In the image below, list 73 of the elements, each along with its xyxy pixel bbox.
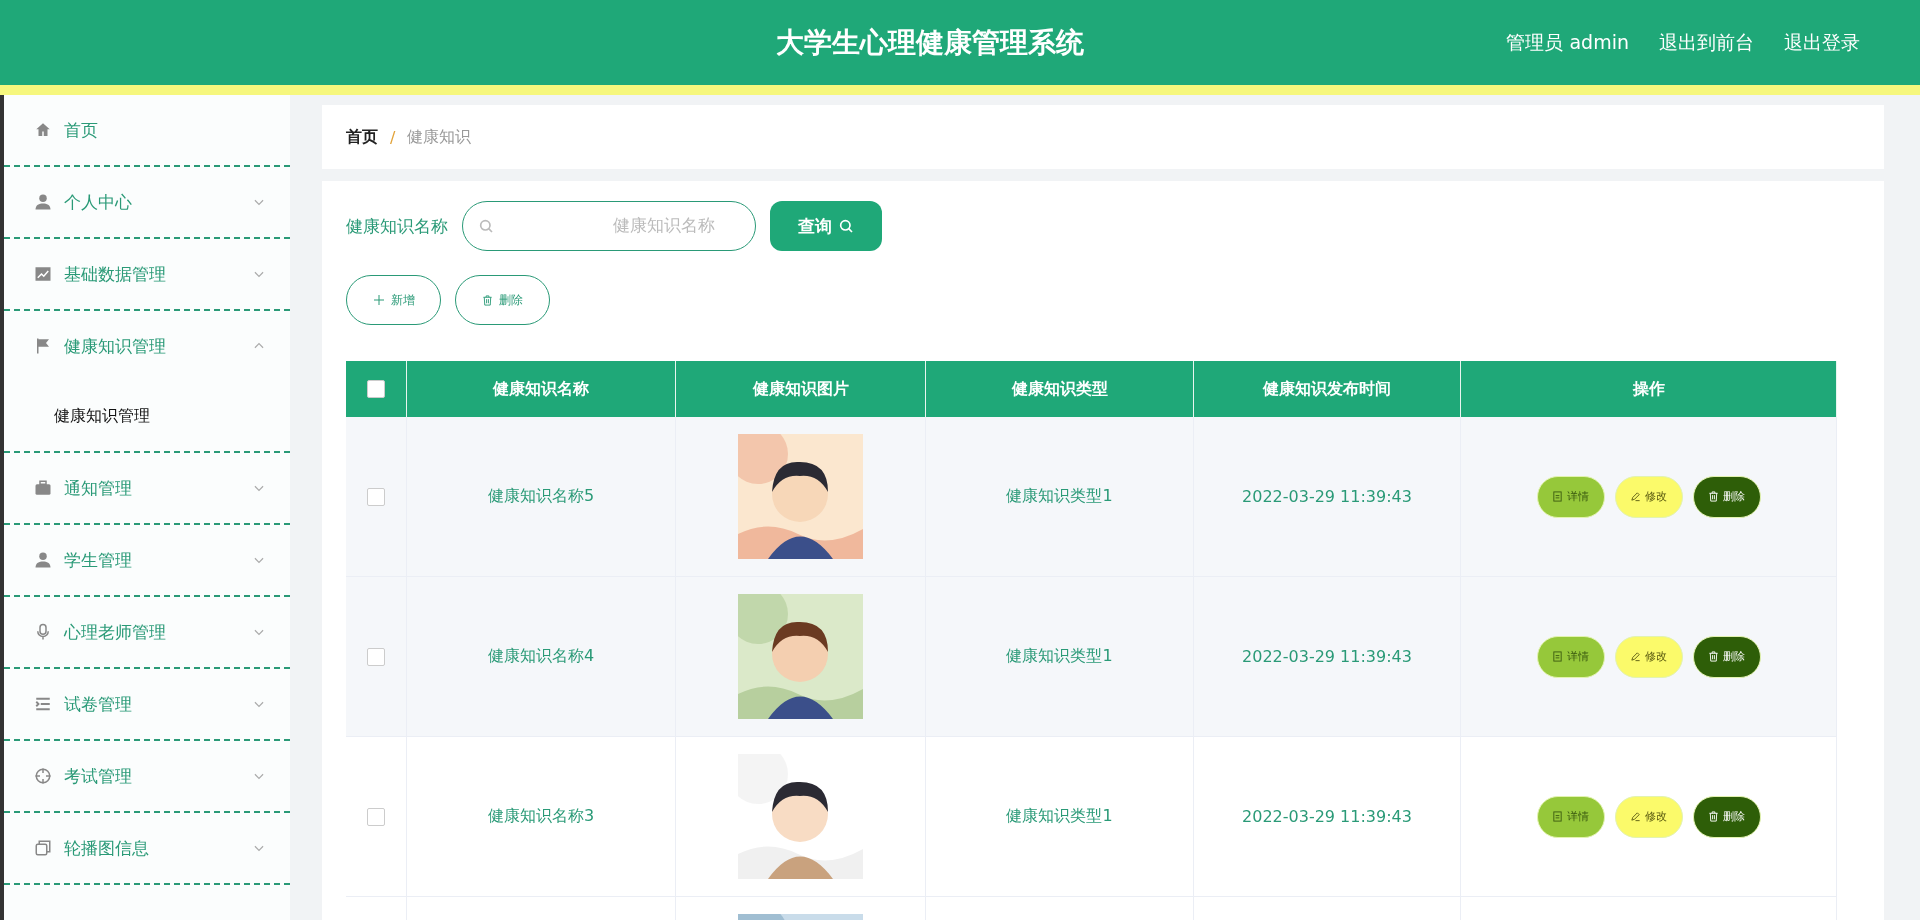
home-icon <box>34 121 52 139</box>
chart-icon <box>34 265 52 283</box>
sidebar-item[interactable]: 健康知识管理 <box>4 311 290 381</box>
flag-icon <box>34 337 52 355</box>
sidebar-item[interactable]: 基础数据管理 <box>4 239 290 311</box>
header-link[interactable]: 退出登录 <box>1784 29 1860 56</box>
detail-button[interactable]: 详情 <box>1536 475 1605 518</box>
sidebar-item[interactable]: 通知管理 <box>4 453 290 525</box>
microphone-icon <box>34 623 52 641</box>
sidebar-item[interactable]: 考试管理 <box>4 741 290 813</box>
breadcrumb-link[interactable]: 首页 <box>346 126 378 148</box>
plus-icon <box>372 294 385 306</box>
pencil-icon <box>1630 491 1641 502</box>
column-header: 健康知识图片 <box>676 361 926 417</box>
pencil-icon <box>1630 811 1641 822</box>
checkbox[interactable] <box>367 487 385 506</box>
crosshair-icon <box>34 767 52 785</box>
checkbox[interactable] <box>367 807 385 826</box>
app-title: 大学生心理健康管理系统 <box>776 24 1084 61</box>
breadcrumb-link[interactable]: 健康知识 <box>407 126 472 148</box>
delete-button[interactable]: 删除 <box>455 275 550 325</box>
table-cell: 健康知识名称3 <box>487 806 595 827</box>
pencil-icon <box>1630 651 1641 662</box>
search-icon <box>478 218 494 234</box>
header-link[interactable]: 管理员 admin <box>1506 29 1629 56</box>
sidebar-item[interactable]: 首页 <box>4 95 290 167</box>
trash-icon <box>1708 811 1719 822</box>
sidebar-item[interactable]: 个人中心 <box>4 167 290 239</box>
table-cell: 2022-03-29 11:39:43 <box>1242 807 1412 826</box>
trash-icon <box>1708 491 1719 502</box>
checkbox[interactable] <box>367 380 385 398</box>
sidebar-item[interactable]: 试卷管理 <box>4 669 290 741</box>
list-icon <box>34 695 52 713</box>
search-field[interactable]: 健康知识名称 <box>462 201 756 251</box>
search-label: 健康知识名称 <box>346 214 448 238</box>
trash-icon <box>482 294 493 306</box>
column-header: 健康知识名称 <box>407 361 676 417</box>
delete-button[interactable]: 删除 <box>1692 475 1761 518</box>
header-link[interactable]: 退出到前台 <box>1659 29 1754 56</box>
column-header: 健康知识发布时间 <box>1194 361 1461 417</box>
document-icon <box>1552 491 1563 502</box>
user-icon <box>34 193 52 211</box>
sidebar-item[interactable]: 学生管理 <box>4 525 290 597</box>
submenu-item[interactable]: 健康知识管理 <box>4 381 290 451</box>
table-cell: 健康知识类型1 <box>1006 806 1113 827</box>
detail-button[interactable]: 详情 <box>1536 635 1605 678</box>
table-cell: 2022-03-29 11:39:43 <box>1242 647 1412 666</box>
document-icon <box>1552 651 1563 662</box>
briefcase-icon <box>34 479 52 497</box>
query-button[interactable]: 查询 <box>770 201 882 251</box>
table-cell: 2022-03-29 11:39:43 <box>1242 487 1412 506</box>
edit-button[interactable]: 修改 <box>1614 795 1683 838</box>
column-header: 操作 <box>1461 361 1837 417</box>
column-header: 健康知识类型 <box>926 361 1194 417</box>
trash-icon <box>1708 651 1719 662</box>
sidebar-item[interactable]: 心理老师管理 <box>4 597 290 669</box>
detail-button[interactable]: 详情 <box>1536 795 1605 838</box>
delete-button[interactable]: 删除 <box>1692 635 1761 678</box>
add-button[interactable]: 新增 <box>346 275 441 325</box>
table-cell: 健康知识名称5 <box>487 486 595 507</box>
delete-button[interactable]: 删除 <box>1692 795 1761 838</box>
edit-button[interactable]: 修改 <box>1614 475 1683 518</box>
copy-icon <box>34 839 52 857</box>
document-icon <box>1552 811 1563 822</box>
user-icon <box>34 551 52 569</box>
checkbox[interactable] <box>367 647 385 666</box>
sidebar-item[interactable]: 轮播图信息 <box>4 813 290 885</box>
edit-button[interactable]: 修改 <box>1614 635 1683 678</box>
search-icon <box>838 218 854 234</box>
table-cell: 健康知识名称4 <box>487 646 595 667</box>
breadcrumb-separator: / <box>390 127 396 147</box>
table-cell: 健康知识类型1 <box>1006 486 1113 507</box>
table-cell: 健康知识类型1 <box>1006 646 1113 667</box>
